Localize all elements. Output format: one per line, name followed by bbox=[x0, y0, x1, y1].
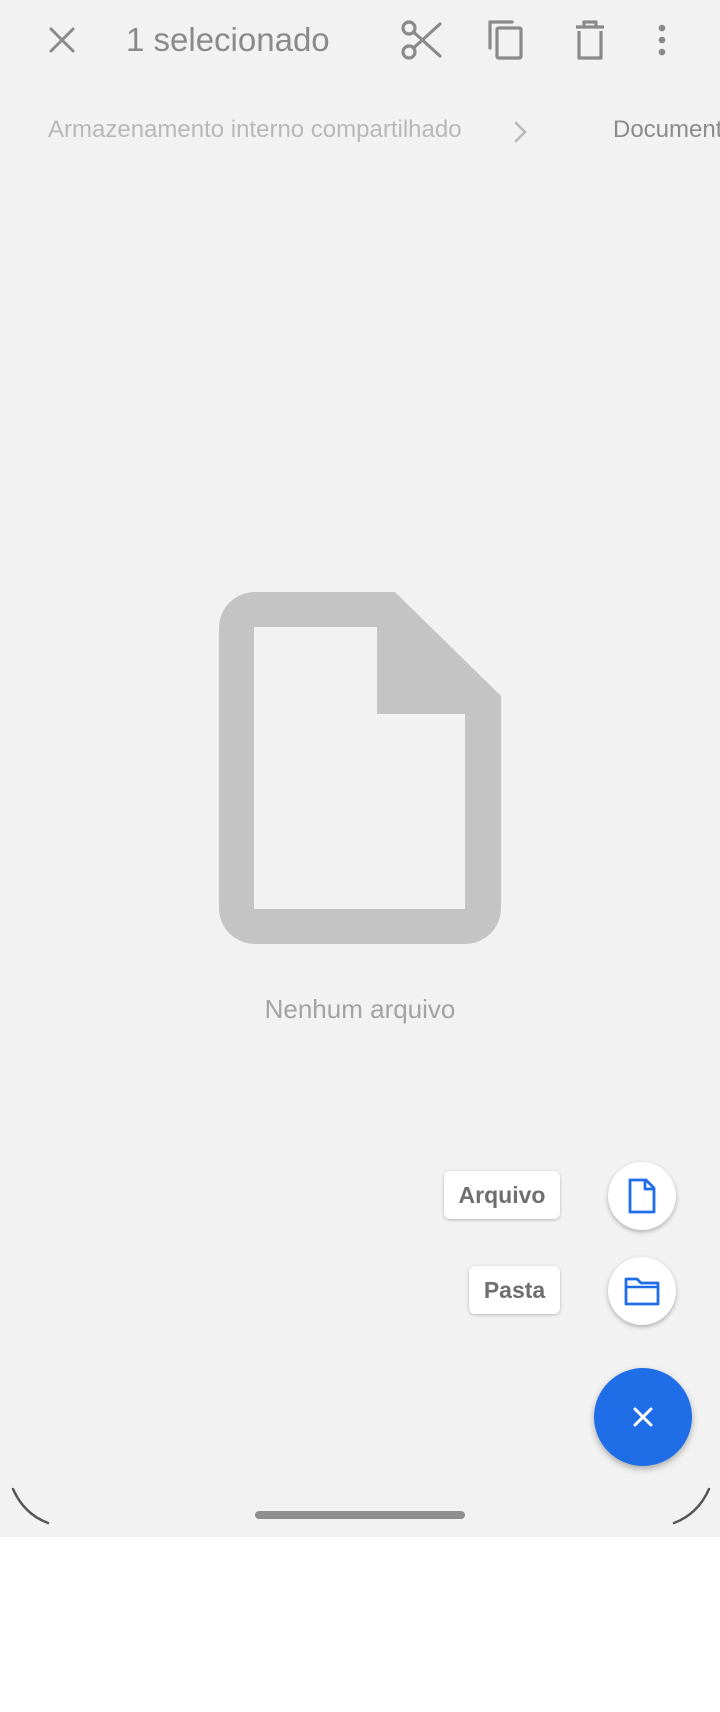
close-speed-dial-button[interactable] bbox=[594, 1368, 692, 1466]
folder-icon bbox=[624, 1277, 660, 1306]
more-options-button[interactable] bbox=[638, 12, 686, 68]
new-folder-label[interactable]: Pasta bbox=[469, 1266, 560, 1314]
copy-icon bbox=[488, 20, 523, 60]
scissors-icon bbox=[401, 20, 442, 60]
new-file-label[interactable]: Arquivo bbox=[444, 1171, 560, 1219]
breadcrumb: Armazenamento interno compartilhado Docu… bbox=[48, 112, 720, 152]
close-icon bbox=[633, 1407, 653, 1427]
empty-state-message: Nenhum arquivo bbox=[264, 994, 456, 1024]
selection-count-title: 1 selecionado bbox=[126, 21, 330, 58]
breadcrumb-current[interactable]: Documents bbox=[613, 116, 720, 144]
file-icon bbox=[628, 1178, 656, 1214]
more-vert-icon bbox=[658, 24, 666, 56]
file-manager-screen: 1 selecionado Armazenamento interno comp… bbox=[0, 0, 720, 1537]
blank-area bbox=[0, 1537, 720, 1712]
close-icon bbox=[49, 27, 75, 53]
new-folder-button[interactable] bbox=[608, 1257, 676, 1325]
delete-button[interactable] bbox=[562, 12, 618, 68]
chevron-right-icon bbox=[514, 121, 527, 143]
copy-button[interactable] bbox=[478, 12, 534, 68]
home-indicator[interactable] bbox=[255, 1511, 465, 1519]
screen-corner-right bbox=[672, 1487, 711, 1525]
close-selection-button[interactable] bbox=[36, 14, 88, 66]
cut-button[interactable] bbox=[394, 12, 450, 68]
blank-file-icon bbox=[219, 592, 501, 944]
new-file-button[interactable] bbox=[608, 1162, 676, 1230]
screen-corner-left bbox=[11, 1487, 50, 1525]
breadcrumb-root[interactable]: Armazenamento interno compartilhado bbox=[48, 116, 462, 144]
trash-icon bbox=[576, 20, 604, 60]
